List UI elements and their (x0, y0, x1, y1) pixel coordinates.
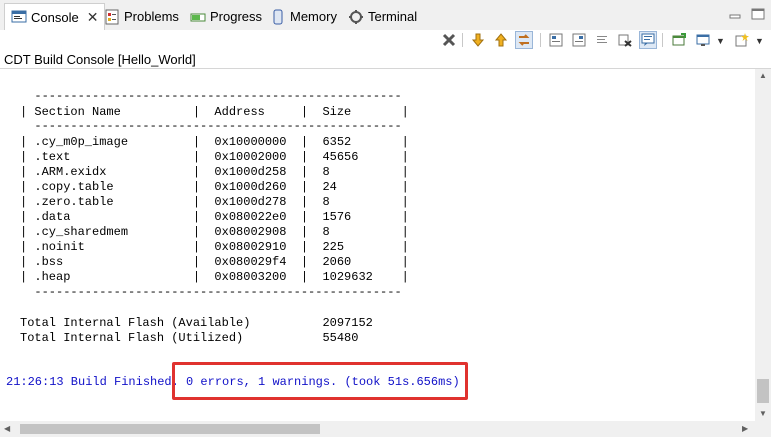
view-tab-bar: Console ✕ Problems Progress Memory Termi… (0, 0, 771, 30)
highlight-box (172, 362, 468, 400)
table-row: | .cy_m0p_image | 0x10000000 | 6352 | (20, 135, 409, 149)
problems-icon (104, 9, 120, 25)
table-row: | .ARM.exidx | 0x1000d258 | 8 | (20, 165, 409, 179)
scroll-down-icon[interactable]: ▼ (759, 409, 767, 418)
vertical-scrollbar[interactable]: ▲ ▼ (755, 69, 771, 421)
tab-progress[interactable]: Progress (190, 3, 262, 30)
open-console-icon[interactable] (694, 31, 712, 49)
table-row: | .bss | 0x080029f4 | 2060 | (20, 255, 409, 269)
tab-console[interactable]: Console ✕ (4, 3, 106, 30)
maximize-icon[interactable] (750, 6, 766, 22)
new-console-icon[interactable] (733, 31, 751, 49)
previous-error-icon[interactable] (492, 31, 510, 49)
table-row: | .text | 0x10002000 | 45656 | (20, 150, 409, 164)
show-when-output-icon[interactable] (593, 31, 611, 49)
console-output[interactable]: ----------------------------------------… (0, 69, 755, 421)
horizontal-scroll-thumb[interactable] (20, 424, 320, 434)
console-title: CDT Build Console [Hello_World] (4, 52, 196, 67)
table-row: | .heap | 0x08003200 | 1029632 | (20, 270, 409, 284)
table-row: | .zero.table | 0x1000d278 | 8 | (20, 195, 409, 209)
memory-icon (270, 9, 286, 25)
tab-memory[interactable]: Memory (270, 3, 337, 30)
table-row: | .cy_sharedmem | 0x08002908 | 8 | (20, 225, 409, 239)
table-header: | Section Name | Address | Size | (20, 105, 409, 119)
table-row: | .copy.table | 0x1000d260 | 24 | (20, 180, 409, 194)
pin-console-icon[interactable] (639, 31, 657, 49)
tab-problems[interactable]: Problems (104, 3, 179, 30)
table-rule: ----------------------------------------… (20, 285, 402, 299)
close-icon[interactable]: ✕ (87, 9, 99, 26)
minimize-icon[interactable] (727, 6, 743, 22)
tab-terminal[interactable]: Terminal (348, 3, 417, 30)
tab-console-label: Console (31, 9, 79, 25)
vertical-scroll-thumb[interactable] (757, 379, 769, 403)
chevron-down-icon[interactable]: ▼ (755, 36, 764, 46)
scroll-right-icon[interactable]: ▶ (742, 424, 748, 433)
total-flash-available: Total Internal Flash (Available) 2097152 (20, 316, 373, 330)
console-icon (11, 9, 27, 25)
remove-launch-icon[interactable] (440, 31, 458, 49)
table-row: | .noinit | 0x08002910 | 225 | (20, 240, 409, 254)
clear-console-icon[interactable] (616, 31, 634, 49)
total-flash-utilized: Total Internal Flash (Utilized) 55480 (20, 331, 359, 345)
toolbar-separator (540, 33, 541, 47)
chevron-down-icon[interactable]: ▼ (716, 36, 725, 46)
scroll-left-icon[interactable]: ◀ (4, 424, 10, 433)
word-wrap-icon[interactable] (570, 31, 588, 49)
progress-icon (190, 9, 206, 25)
tab-memory-label: Memory (290, 9, 337, 24)
table-rule: ----------------------------------------… (20, 89, 402, 103)
tab-problems-label: Problems (124, 9, 179, 24)
scroll-lock-icon[interactable] (547, 31, 565, 49)
console-toolbar: ▼ ▼ (0, 30, 771, 50)
next-error-icon[interactable] (469, 31, 487, 49)
tab-progress-label: Progress (210, 9, 263, 24)
scroll-up-icon[interactable]: ▲ (759, 71, 767, 80)
horizontal-scrollbar[interactable]: ◀ ▶ (0, 421, 771, 437)
display-selected-console-icon[interactable] (670, 31, 688, 49)
toolbar-separator (462, 33, 463, 47)
table-row: | .data | 0x080022e0 | 1576 | (20, 210, 409, 224)
tab-terminal-label: Terminal (368, 9, 418, 24)
table-rule: ----------------------------------------… (20, 119, 402, 133)
toolbar-separator (662, 33, 663, 47)
terminal-icon (348, 9, 364, 25)
link-with-editor-icon[interactable] (515, 31, 533, 49)
